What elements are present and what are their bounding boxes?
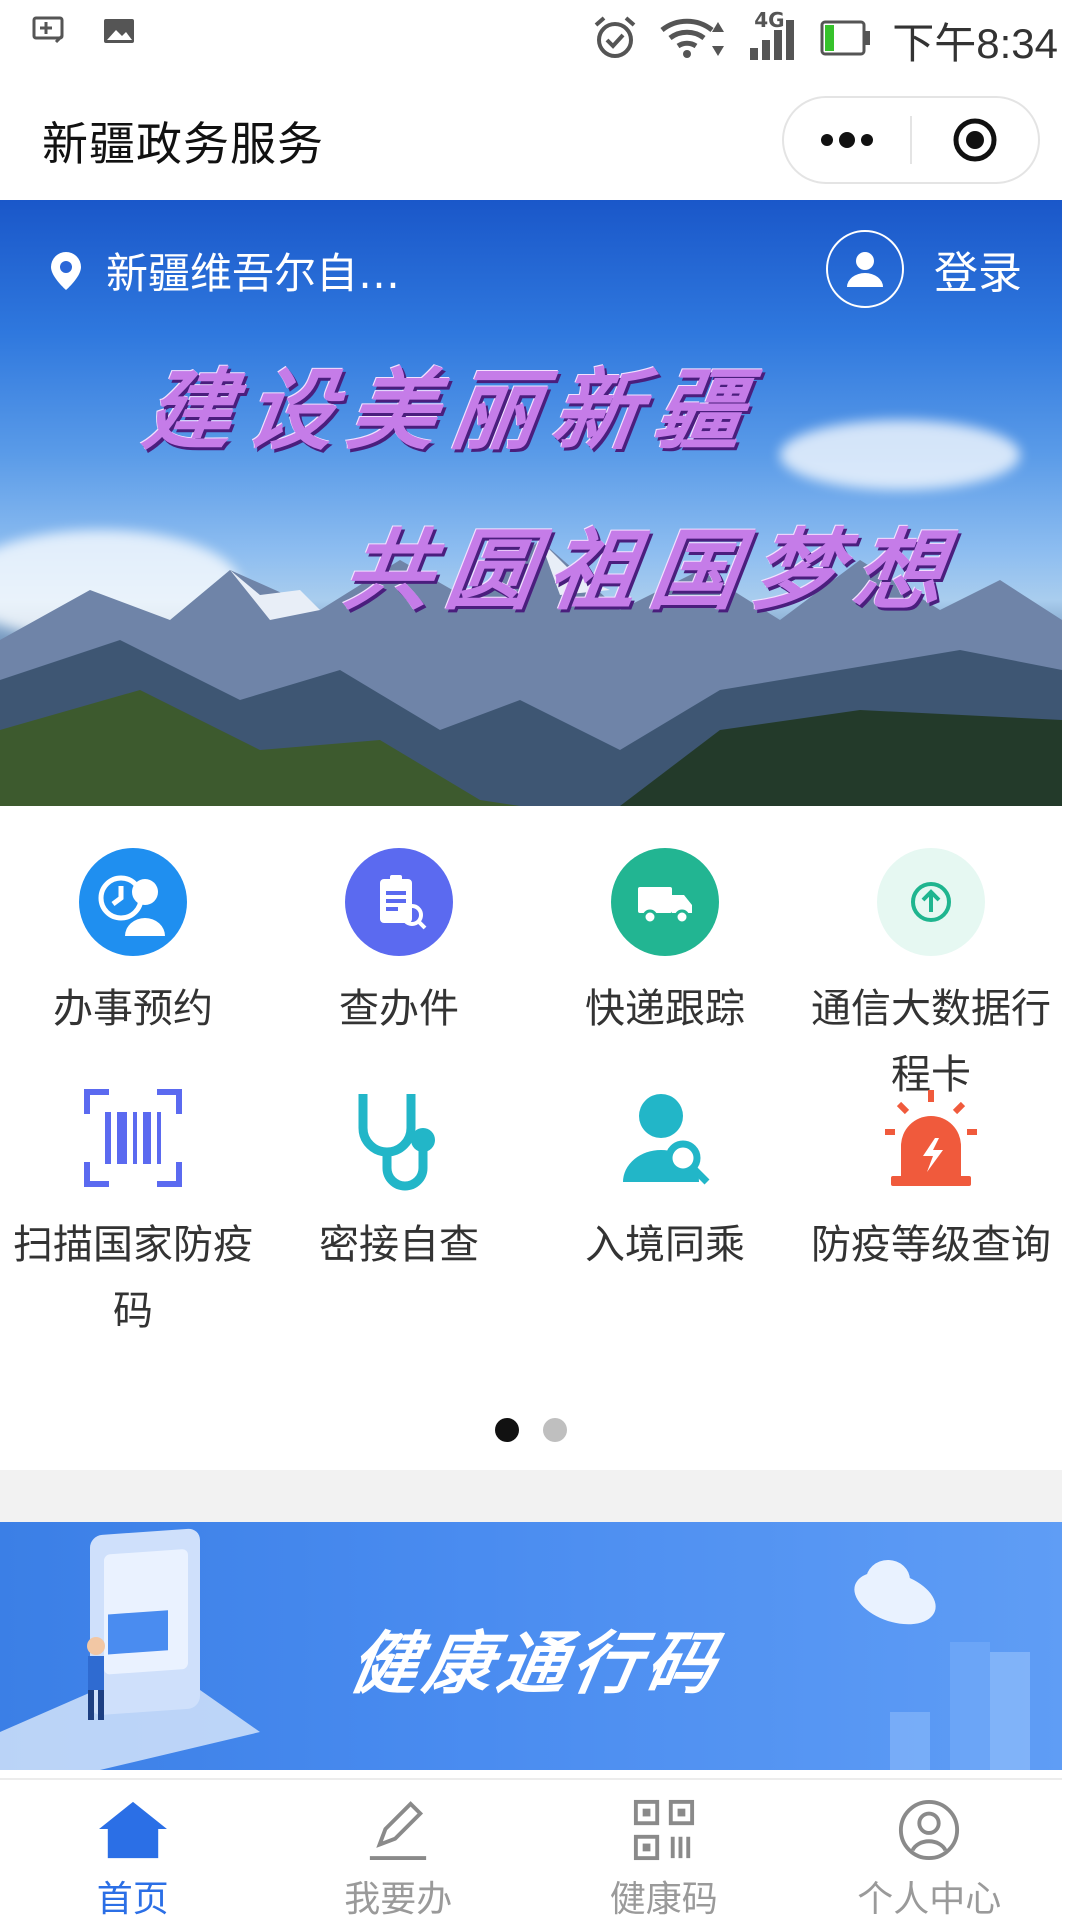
hero-slogan-line2: 共圆祖国梦想 [337,518,965,622]
tab-health-code[interactable]: 健康码 [531,1780,797,1922]
qr-code-icon [633,1799,694,1861]
truck-icon [611,848,719,956]
service-label: 查办件 [339,986,459,1032]
barcode-scan-icon [79,1084,187,1192]
login-label: 登录 [934,248,1022,299]
tab-profile[interactable]: 个人中心 [797,1780,1063,1922]
section-divider [0,1470,1062,1522]
service-scan-code[interactable]: 扫描国家防疫码 [0,1042,266,1344]
service-label: 入境同乘 [585,1222,745,1268]
cloud-decoration [780,420,1020,490]
avatar [826,230,904,308]
page-indicator [0,1418,1062,1442]
location-label: 新疆维吾尔自… [106,249,401,298]
service-track-case[interactable]: 查办件 [266,806,532,1042]
page-dot[interactable] [543,1418,567,1442]
tab-label: 首页 [96,1879,169,1920]
page-title: 新疆政务服务 [42,117,324,171]
battery-icon [820,18,872,62]
bottom-tab-bar: 首页 我要办 健康码 个人中心 [0,1778,1062,1922]
clipboard-search-icon [345,848,453,956]
cast-icon [32,16,68,50]
hero-banner[interactable]: 建设美丽新疆 共圆祖国梦想 新疆维吾尔自… 登录 [0,200,1062,806]
close-button[interactable] [912,98,1038,182]
cloud-icon [854,1560,936,1625]
service-label: 防疫等级查询 [811,1222,1051,1268]
alarm-light-icon [877,1084,985,1192]
service-close-contact[interactable]: 密接自查 [266,1042,532,1278]
mini-program-capsule [782,96,1040,184]
user-icon [899,1799,960,1861]
service-express[interactable]: 快递跟踪 [532,806,798,1042]
clock-person-icon [79,848,187,956]
title-bar: 新疆政务服务 [0,78,1080,200]
wifi-icon [658,16,728,64]
login-button[interactable]: 登录 [826,230,1022,308]
home-icon [98,1801,167,1859]
signal-icon: 4G [748,8,800,66]
more-dots-icon [821,132,873,148]
service-label: 密接自查 [319,1222,479,1268]
tab-home[interactable]: 首页 [0,1780,266,1922]
tab-label: 健康码 [609,1879,718,1920]
person-search-icon [611,1084,719,1192]
more-button[interactable] [784,98,910,182]
phone-illustration [0,1528,260,1770]
status-bar: 4G 下午8:34 [0,0,1080,78]
clock-time: 下午8:34 [892,19,1058,67]
building-blocks-graphic [890,1642,1030,1770]
tab-apply[interactable]: 我要办 [266,1780,532,1922]
service-appointment[interactable]: 办事预约 [0,806,266,1042]
user-icon [847,252,883,287]
tab-label: 个人中心 [857,1879,1002,1920]
service-label: 快递跟踪 [585,986,745,1032]
page-dot-active[interactable] [495,1418,519,1442]
scroll-gutter [1062,200,1080,1920]
location-selector[interactable]: 新疆维吾尔自… [44,240,400,301]
alarm-icon [592,15,638,65]
service-risk-level[interactable]: 防疫等级查询 [798,1042,1064,1278]
service-label: 扫描国家防疫码 [13,1222,253,1334]
image-icon [102,17,136,49]
location-pin-icon [51,251,81,290]
arrow-up-circle-icon [877,848,985,956]
health-pass-title: 健康通行码 [343,1625,728,1704]
stethoscope-icon [345,1084,453,1192]
target-icon [953,118,997,162]
pen-icon [370,1801,427,1861]
health-pass-banner[interactable]: 健康通行码 [0,1522,1062,1770]
service-inbound-passenger[interactable]: 入境同乘 [532,1042,798,1278]
tab-label: 我要办 [344,1879,453,1920]
hero-slogan-line1: 建设美丽新疆 [137,358,765,462]
service-label: 办事预约 [53,986,213,1032]
